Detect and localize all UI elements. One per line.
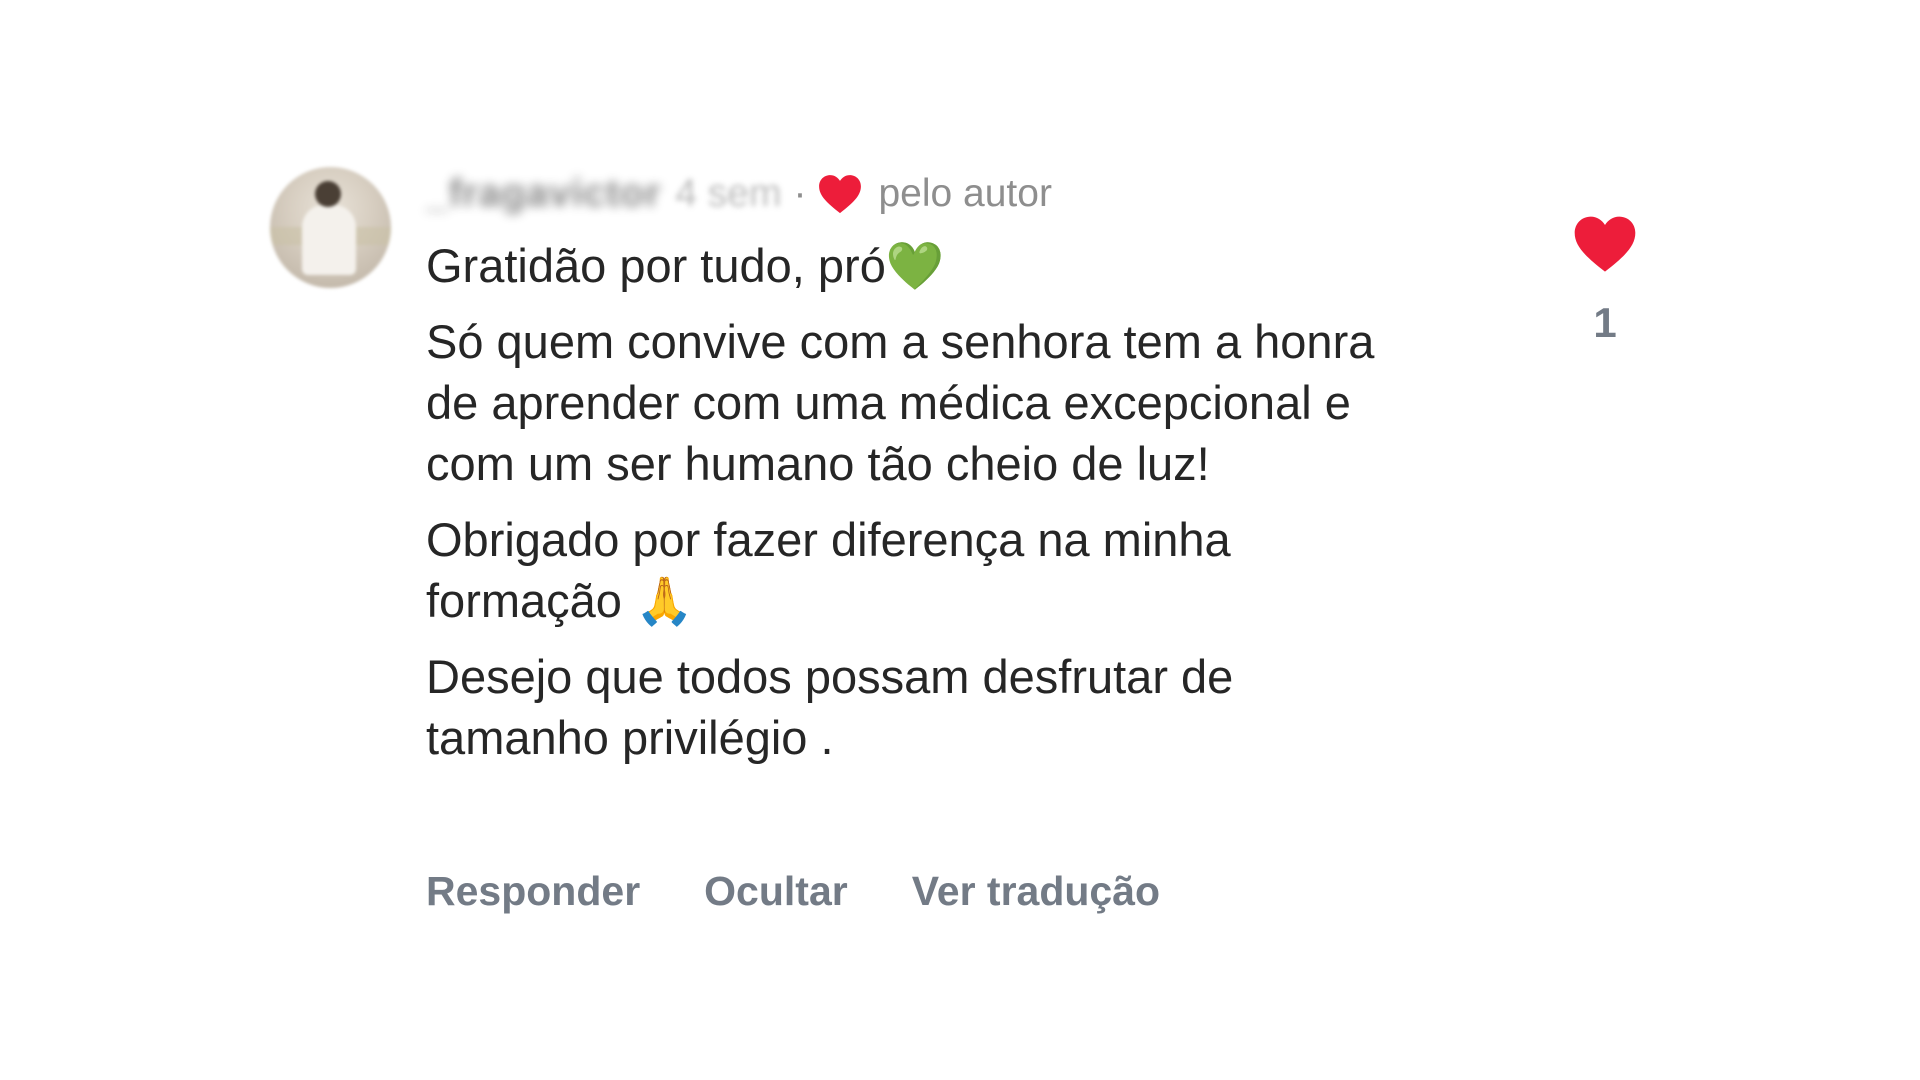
- avatar[interactable]: [270, 167, 391, 288]
- liked-by-author-label: pelo autor: [878, 172, 1052, 215]
- comment-paragraph: Desejo que todos possam desfrutar de tam…: [426, 650, 1247, 764]
- comment-header: _fragavictor 4 sem · pelo autor: [426, 168, 1052, 220]
- comment-item: _fragavictor 4 sem · pelo autor Gratidão…: [0, 0, 1920, 1080]
- comment-paragraph: Gratidão por tudo, pró💚: [426, 239, 945, 292]
- username[interactable]: _fragavictor: [426, 172, 661, 216]
- like-heart-icon[interactable]: [1573, 215, 1637, 273]
- like-column: 1: [1565, 215, 1645, 347]
- comment-paragraph: Obrigado por fazer diferença na minha fo…: [426, 513, 1244, 627]
- comment-actions: Responder Ocultar Ver tradução: [426, 868, 1160, 915]
- comment-time: 4 sem: [675, 172, 782, 215]
- hide-button[interactable]: Ocultar: [704, 868, 848, 915]
- separator-dot: ·: [793, 172, 807, 215]
- reply-button[interactable]: Responder: [426, 868, 640, 915]
- comment-body: Gratidão por tudo, pró💚 Só quem convive …: [426, 235, 1406, 783]
- translate-button[interactable]: Ver tradução: [912, 868, 1160, 915]
- avatar-figure-head: [315, 181, 341, 207]
- avatar-figure-body: [302, 205, 356, 275]
- like-count[interactable]: 1: [1593, 299, 1616, 347]
- author-heart-icon: [819, 175, 862, 214]
- comment-paragraph: Só quem convive com a senhora tem a honr…: [426, 315, 1388, 490]
